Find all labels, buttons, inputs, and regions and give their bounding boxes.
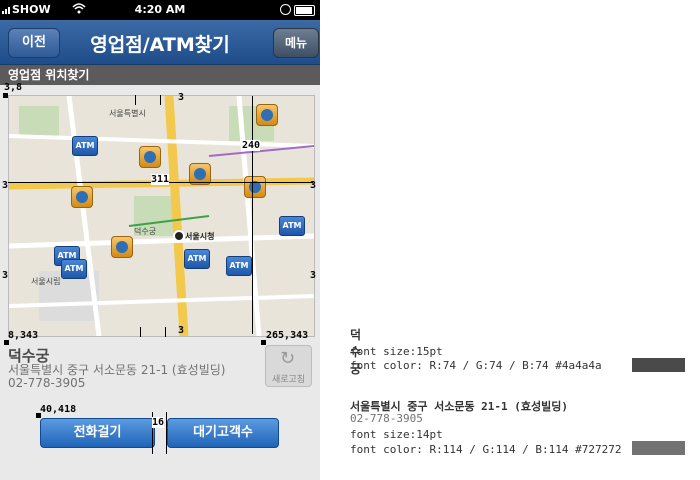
branch-marker[interactable] xyxy=(111,236,133,258)
annotation-side-right: 3 xyxy=(310,180,317,191)
annotation-map-height: 240 xyxy=(242,140,261,151)
call-button[interactable]: 전화걸기 xyxy=(40,418,155,448)
atm-marker[interactable]: ATM xyxy=(279,216,305,236)
spec-name-color: font color: R:74 / G:74 / B:74 #4a4a4a xyxy=(350,359,602,372)
map-view[interactable]: 서울특별시 덕수궁 서울시립 ATM ATM ATM ATM ATM ATM 서… xyxy=(8,95,315,337)
annotation-buttons-gap: 16 xyxy=(152,417,165,428)
status-time: 4:20 AM xyxy=(134,3,186,16)
spec-name-size: font size:15pt xyxy=(350,345,443,358)
section-title: 영업점 위치찾기 xyxy=(0,65,320,85)
dimension-line xyxy=(252,96,253,334)
battery-icon xyxy=(294,5,315,16)
clock-icon xyxy=(280,4,291,15)
queue-button[interactable]: 대기고객수 xyxy=(167,418,279,448)
annotation-side-left: 3 xyxy=(2,180,9,191)
page-title: 영업점/ATM찾기 xyxy=(90,34,230,56)
map-roads xyxy=(9,96,314,336)
annotation-top-left: 3,8 xyxy=(4,82,23,93)
annotation-map-width: 311 xyxy=(151,174,170,185)
branch-marker[interactable] xyxy=(256,104,278,126)
current-location-label: 서울시청 xyxy=(185,232,215,241)
color-swatch-dark xyxy=(632,358,685,372)
dimension-line xyxy=(166,412,167,454)
annotation-side-left: 3 xyxy=(2,270,9,281)
spec-phone-sample: 02-778-3905 xyxy=(350,412,423,425)
annotation-map-bottom-right: 265,343 xyxy=(266,330,309,341)
map-place-label: 서울시립 xyxy=(31,277,61,286)
spec-address-color: font color: R:114 / G:114 / B:114 #72727… xyxy=(350,443,622,456)
branch-marker[interactable] xyxy=(244,176,266,198)
current-location-icon xyxy=(173,230,185,242)
spec-address-size: font size:14pt xyxy=(350,428,443,441)
color-swatch-gray xyxy=(632,441,685,455)
phone-screen: SHOW 4:20 AM 이전 영업점/ATM찾기 메뉴 영업점 위치찾기 서울… xyxy=(0,0,320,480)
corner-marker xyxy=(3,93,8,98)
dimension-line xyxy=(135,95,136,105)
atm-marker[interactable]: ATM xyxy=(226,256,252,276)
navigation-bar: 이전 영업점/ATM찾기 메뉴 xyxy=(0,20,320,65)
menu-button[interactable]: 메뉴 xyxy=(273,28,319,58)
refresh-label: 새로고침 xyxy=(271,375,306,385)
annotation-bottom-gap: 3 xyxy=(178,325,185,336)
refresh-button[interactable]: ↻ 새로고침 xyxy=(265,345,312,387)
annotation-side-right: 3 xyxy=(310,270,317,281)
branch-marker[interactable] xyxy=(139,146,161,168)
refresh-icon: ↻ xyxy=(280,348,296,369)
atm-marker[interactable]: ATM xyxy=(184,249,210,269)
annotation-buttons-origin: 40,418 xyxy=(40,404,77,415)
status-bar: SHOW 4:20 AM xyxy=(0,0,320,20)
annotation-top-gap: 3 xyxy=(178,92,185,103)
atm-marker[interactable]: ATM xyxy=(61,259,87,279)
dimension-line xyxy=(165,327,166,337)
dimension-line xyxy=(160,95,161,105)
map-place-label: 덕수궁 xyxy=(134,227,157,236)
branch-phone[interactable]: 02-778-3905 xyxy=(8,376,85,390)
annotation-map-bottom-left: 8,343 xyxy=(8,330,39,341)
branch-marker[interactable] xyxy=(71,186,93,208)
dimension-line xyxy=(140,327,141,337)
map-place-label: 서울특별시 xyxy=(109,109,146,118)
atm-marker[interactable]: ATM xyxy=(72,136,98,156)
